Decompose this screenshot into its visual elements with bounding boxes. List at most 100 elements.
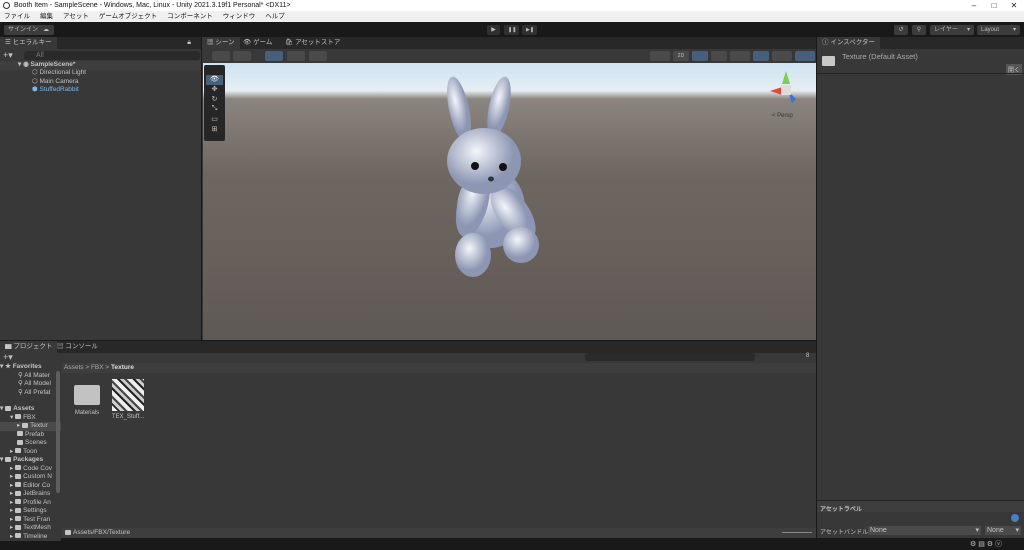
view-tool-icon[interactable]: 👁︎ — [206, 75, 223, 85]
inspector-title: Texture (Default Asset) — [842, 52, 918, 61]
folder-item[interactable]: Prefab — [0, 431, 61, 440]
menu-bar: ファイル 編集 アセット ゲームオブジェクト コンポーネント ウィンドウ ヘルプ — [0, 11, 1024, 22]
tab-game[interactable]: 👁︎ ゲーム — [238, 37, 277, 49]
menu-assets[interactable]: アセット — [63, 11, 89, 22]
add-button[interactable]: +▾ — [3, 50, 13, 61]
tag-icon[interactable] — [1011, 514, 1019, 522]
rabbit-model[interactable] — [203, 63, 816, 340]
package-item[interactable]: ▸ JetBrains — [0, 490, 61, 499]
tab-asset-store[interactable]: 🛍︎ アセットストア — [280, 37, 345, 49]
minimize-button[interactable]: – — [964, 0, 984, 11]
persp-label[interactable]: < Persp — [772, 113, 793, 119]
hierarchy-search-input[interactable]: All — [24, 51, 200, 60]
grid-dropdown[interactable] — [265, 51, 283, 61]
asset-variant-dropdown[interactable]: None ▾ — [985, 526, 1021, 535]
zoom-slider[interactable] — [782, 532, 812, 533]
breadcrumb-item[interactable]: Assets — [64, 364, 84, 371]
folder-item[interactable]: ▾ FBX — [0, 414, 61, 423]
menu-gameobject[interactable]: ゲームオブジェクト — [99, 11, 157, 22]
cloud-button[interactable]: ☁ — [38, 25, 54, 35]
unity-icon — [3, 2, 10, 9]
inspector-panel: ⓘ インスペクター Texture (Default Asset) 開く アセッ… — [817, 37, 1024, 538]
orientation-gizmo[interactable] — [766, 69, 806, 109]
2d-toggle[interactable]: 2D — [673, 51, 689, 61]
asset-texture[interactable]: TEX_Stuff... — [108, 379, 148, 420]
scene-viewport[interactable]: 👁︎ ✥ ↻ ⤡ ▭ ⊞ < Persp — [203, 63, 816, 340]
package-item[interactable]: ▸ TextMesh — [0, 524, 61, 533]
transform-tool-icon[interactable]: ⊞ — [204, 125, 225, 135]
snap-dropdown[interactable] — [287, 51, 305, 61]
status-icons[interactable]: ⚙ ▤ ⚙ ⓥ — [970, 539, 1002, 549]
tab-scene[interactable]: ▦ シーン — [202, 37, 240, 49]
project-search-input[interactable] — [585, 353, 755, 361]
texture-thumbnail — [112, 379, 144, 411]
pause-button[interactable]: ❚❚ — [504, 25, 519, 35]
menu-edit[interactable]: 編集 — [40, 11, 53, 22]
lighting-toggle[interactable] — [692, 51, 708, 61]
folder-item[interactable]: ▸ Toon — [0, 448, 61, 457]
package-item[interactable]: ▸ Settings — [0, 507, 61, 516]
favorite-item[interactable]: ⚲ All Prefat — [0, 389, 61, 398]
tab-hierarchy[interactable]: ☰ ヒエラルキー — [0, 37, 57, 49]
gizmos-dropdown[interactable] — [795, 51, 815, 61]
effects-dropdown[interactable] — [730, 51, 750, 61]
breadcrumb-item[interactable]: FBX — [91, 364, 104, 371]
asset-labels-header: アセットラベル — [817, 500, 1024, 513]
step-button[interactable]: ▶❚ — [522, 25, 537, 35]
tab-console[interactable]: ▤ コンソール — [52, 341, 103, 353]
package-item[interactable]: ▸ Profile An — [0, 499, 61, 508]
asset-bundle-dropdown[interactable]: None ▾ — [868, 526, 981, 535]
history-icon[interactable]: ↺ — [894, 25, 908, 35]
increment-dropdown[interactable] — [309, 51, 327, 61]
create-button[interactable]: +▾ — [3, 352, 13, 363]
menu-file[interactable]: ファイル — [4, 11, 30, 22]
signin-button[interactable]: サインイン — [4, 25, 43, 35]
draw-mode-dropdown[interactable] — [212, 51, 230, 61]
move-tool-icon[interactable]: ✥ — [204, 85, 225, 95]
menu-help[interactable]: ヘルプ — [265, 11, 285, 22]
hierarchy-item[interactable]: ⬡ Main Camera — [0, 78, 201, 87]
package-item[interactable]: ▸ Test Fran — [0, 516, 61, 525]
folder-icon — [74, 385, 100, 405]
package-item[interactable]: ▸ Code Cov — [0, 465, 61, 474]
rotate-tool-icon[interactable]: ↻ — [204, 95, 225, 105]
tree-scrollbar[interactable] — [56, 371, 60, 493]
close-button[interactable]: ✕ — [1004, 0, 1024, 11]
title-bar: Booth Item - SampleScene - Windows, Mac,… — [0, 0, 1024, 11]
folder-tree: ▾ ★ Favorites ⚲ All Mater ⚲ All Model ⚲ … — [0, 363, 61, 541]
render-mode-dropdown[interactable] — [233, 51, 251, 61]
window-title: Booth Item - SampleScene - Windows, Mac,… — [14, 2, 291, 9]
breadcrumb-item[interactable]: Texture — [111, 364, 134, 371]
package-item[interactable]: ▸ Editor Co — [0, 482, 61, 491]
shading-dropdown[interactable] — [650, 51, 670, 61]
menu-component[interactable]: コンポーネント — [167, 11, 213, 22]
lock-icon[interactable]: 🔒︎ — [187, 39, 191, 47]
layers-dropdown[interactable]: レイヤー ▾ — [930, 25, 974, 35]
menu-window[interactable]: ウィンドウ — [223, 11, 256, 22]
hidden-toggle[interactable] — [753, 51, 769, 61]
project-panel: ▆ プロジェクト ▤ コンソール +▾ 8 ▾ ★ Favorites ⚲ Al… — [0, 341, 816, 541]
favorites-header[interactable]: ▾ ★ Favorites — [0, 363, 61, 372]
layout-dropdown[interactable]: Layout ▾ — [977, 25, 1020, 35]
assets-header[interactable]: ▾ Assets — [0, 405, 61, 414]
hierarchy-item[interactable]: ⬡ Directional Light — [0, 69, 201, 78]
hidden-count: 8 — [806, 353, 810, 359]
package-item[interactable]: ▸ Timeline — [0, 533, 61, 542]
favorite-item[interactable]: ⚲ All Model — [0, 380, 61, 389]
scale-tool-icon[interactable]: ⤡ — [204, 105, 225, 115]
play-button[interactable]: ▶ — [487, 25, 500, 35]
search-icon[interactable]: ⚲ — [912, 25, 926, 35]
folder-item[interactable]: Scenes — [0, 439, 61, 448]
audio-toggle[interactable] — [711, 51, 727, 61]
tab-inspector[interactable]: ⓘ インスペクター — [817, 37, 880, 49]
hierarchy-item[interactable]: ⬢ StuffedRabbit — [0, 86, 201, 95]
camera-dropdown[interactable] — [772, 51, 792, 61]
rect-tool-icon[interactable]: ▭ — [204, 115, 225, 125]
favorite-item[interactable]: ⚲ All Mater — [0, 372, 61, 381]
packages-header[interactable]: ▾ Packages — [0, 456, 61, 465]
maximize-button[interactable]: □ — [984, 0, 1004, 11]
asset-materials[interactable]: Materials — [72, 379, 102, 416]
folder-item[interactable]: ▸ Textur — [0, 422, 61, 431]
tools-overlay: 👁︎ ✥ ↻ ⤡ ▭ ⊞ — [204, 65, 225, 141]
package-item[interactable]: ▸ Custom N — [0, 473, 61, 482]
